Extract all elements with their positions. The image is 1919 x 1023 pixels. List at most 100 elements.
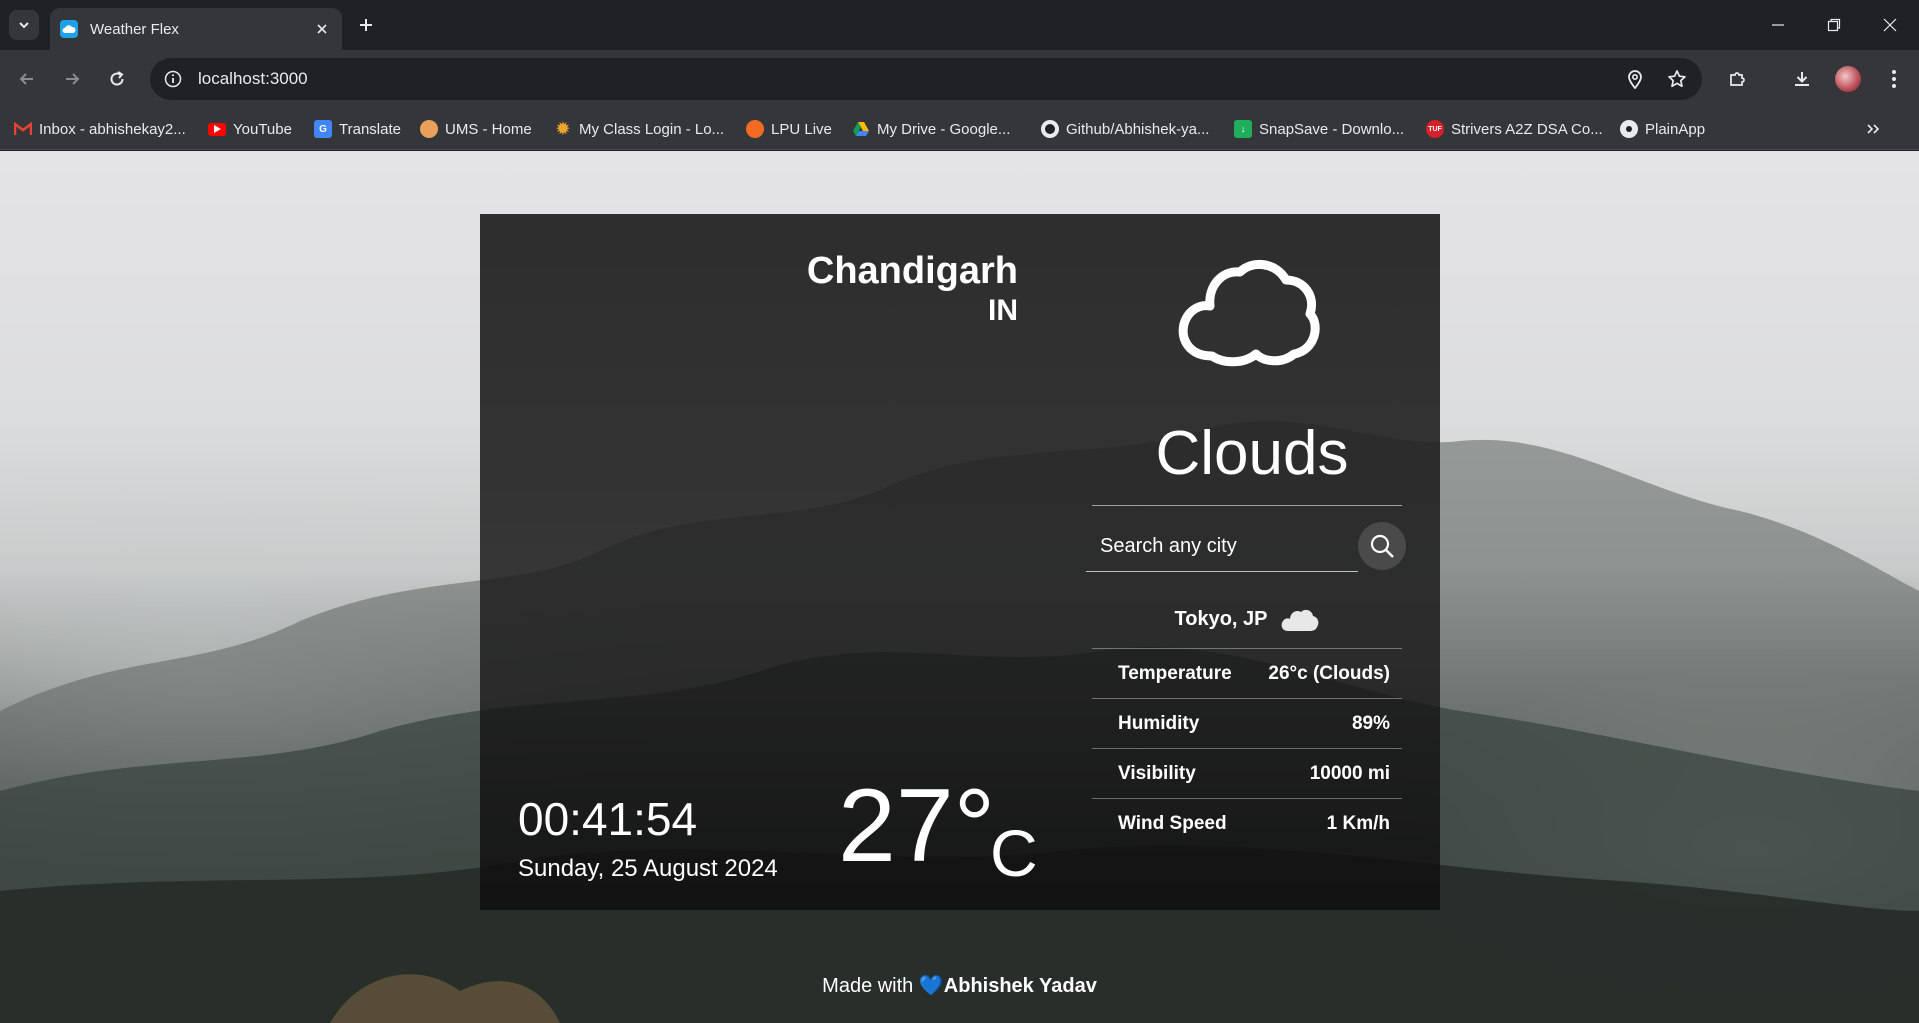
- weather-stats-table: Temperature 26°c (Clouds) Humidity 89% V…: [1092, 648, 1402, 848]
- footer-prefix: Made with: [822, 975, 914, 997]
- bookmark-item[interactable]: My Drive - Google...: [852, 108, 1010, 150]
- gmail-icon: [14, 120, 32, 138]
- reload-button[interactable]: [100, 62, 134, 96]
- stat-value: 10000 mi: [1309, 762, 1390, 784]
- tab-title: Weather Flex: [90, 20, 179, 38]
- puzzle-icon: [1730, 72, 1745, 86]
- youtube-icon: [208, 122, 226, 136]
- stat-value: 1 Km/h: [1326, 812, 1390, 834]
- bookmark-label: Strivers A2Z DSA Co...: [1451, 120, 1603, 138]
- lpu-icon: [746, 120, 764, 138]
- close-icon: [1883, 18, 1896, 32]
- arrow-right-icon: [66, 73, 80, 85]
- drive-icon: [852, 120, 870, 138]
- author-name: Abhishek Yadav: [943, 975, 1097, 997]
- weather-condition: Clouds: [1155, 419, 1349, 488]
- city-name: Chandigarh: [806, 250, 1018, 292]
- avatar: [1835, 66, 1861, 92]
- bookmark-label: My Class Login - Lo...: [579, 120, 725, 138]
- site-info-icon[interactable]: [164, 70, 182, 88]
- chevron-down-icon: [19, 22, 29, 29]
- browser-tab[interactable]: Weather Flex: [50, 8, 342, 50]
- profile-button[interactable]: [1831, 62, 1865, 96]
- cloud-icon: [1178, 260, 1320, 367]
- minimize-button[interactable]: [1750, 0, 1805, 50]
- weather-card: Chandigarh IN 00:41:54 Sunday, 25 August…: [480, 214, 1440, 910]
- bookmark-label: SnapSave - Downlo...: [1259, 120, 1405, 138]
- double-chevron-right-icon: [1867, 124, 1880, 134]
- stat-value: 89%: [1351, 712, 1390, 734]
- bookmark-label: My Drive - Google...: [877, 120, 1011, 138]
- stat-label: Visibility: [1118, 762, 1196, 784]
- address-bar[interactable]: localhost:3000: [150, 58, 1702, 100]
- translate-icon: G: [314, 120, 332, 138]
- bookmark-item[interactable]: Inbox - abhishekay2...: [14, 108, 186, 150]
- kebab-menu-icon: [1892, 70, 1896, 88]
- location-pin-icon[interactable]: [1618, 62, 1652, 96]
- bookmark-label: Translate: [339, 120, 401, 138]
- stat-label: Wind Speed: [1118, 812, 1227, 834]
- bookmark-label: Inbox - abhishekay2...: [39, 120, 186, 138]
- footer-credit: Made with 💙Abhishek Yadav: [0, 973, 1919, 998]
- current-date: Sunday, 25 August 2024: [518, 855, 778, 882]
- bookmark-item[interactable]: YouTube: [208, 108, 292, 150]
- plus-icon: [360, 19, 372, 31]
- city-search-field[interactable]: [1086, 522, 1358, 572]
- stat-row-humidity: Humidity 89%: [1092, 698, 1402, 748]
- bookmark-label: UMS - Home: [445, 120, 532, 138]
- bookmark-item[interactable]: G Translate: [314, 108, 401, 150]
- restore-icon: [1827, 18, 1840, 32]
- close-tab-icon[interactable]: [312, 19, 332, 39]
- forward-button[interactable]: [55, 62, 89, 96]
- searched-location: Tokyo, JP: [1174, 607, 1268, 630]
- temperature-value: 27°: [838, 768, 996, 884]
- bookmark-item[interactable]: UMS - Home: [420, 108, 532, 150]
- heart-icon: 💙: [918, 975, 944, 997]
- bookmark-item[interactable]: ✹ My Class Login - Lo...: [554, 108, 724, 150]
- stat-label: Temperature: [1118, 662, 1232, 684]
- stat-row-visibility: Visibility 10000 mi: [1092, 748, 1402, 798]
- bookmark-item[interactable]: TUF Strivers A2Z DSA Co...: [1426, 108, 1603, 150]
- bookmark-item[interactable]: LPU Live: [746, 108, 832, 150]
- bookmark-item[interactable]: ↓ SnapSave - Downlo...: [1234, 108, 1404, 150]
- ums-icon: [420, 120, 438, 138]
- minimize-icon: [1771, 24, 1784, 26]
- searched-location-row: Tokyo, JP: [1092, 598, 1402, 640]
- tuf-icon: TUF: [1426, 120, 1444, 138]
- bookmark-item[interactable]: PlainApp: [1620, 108, 1705, 150]
- divider: [1092, 505, 1402, 506]
- arrow-left-icon: [19, 73, 33, 85]
- downloads-button[interactable]: [1785, 62, 1819, 96]
- new-tab-button[interactable]: [352, 11, 380, 39]
- country-code: IN: [988, 294, 1018, 327]
- bookmark-label: YouTube: [233, 120, 292, 138]
- extensions-button[interactable]: [1720, 62, 1754, 96]
- back-button[interactable]: [10, 62, 44, 96]
- stat-row-wind-speed: Wind Speed 1 Km/h: [1092, 798, 1402, 848]
- bookmark-label: LPU Live: [771, 120, 832, 138]
- bookmark-star-icon[interactable]: [1660, 62, 1694, 96]
- restore-button[interactable]: [1806, 0, 1861, 50]
- reload-icon: [110, 71, 124, 86]
- temperature-unit: C: [990, 816, 1038, 890]
- close-window-button[interactable]: [1862, 0, 1917, 50]
- weather-favicon-icon: [60, 20, 78, 38]
- url-text[interactable]: localhost:3000: [198, 69, 1618, 89]
- search-icon: [1370, 534, 1394, 558]
- sun-icon: ✹: [556, 121, 570, 138]
- city-search-input[interactable]: [1086, 522, 1358, 571]
- small-cloud-icon: [1281, 609, 1318, 631]
- more-bookmarks-button[interactable]: [1861, 117, 1885, 141]
- weather-page: Chandigarh IN 00:41:54 Sunday, 25 August…: [0, 151, 1919, 1023]
- search-button[interactable]: [1358, 522, 1406, 570]
- current-time: 00:41:54: [518, 793, 698, 845]
- github-icon: [1041, 120, 1059, 138]
- weather-details-panel: Clouds Tokyo, JP Temperature 26°c (Cloud…: [1086, 214, 1412, 910]
- tab-search-button[interactable]: [9, 10, 39, 40]
- bookmark-item[interactable]: Github/Abhishek-ya...: [1041, 108, 1209, 150]
- tab-strip: Weather Flex: [0, 0, 1919, 50]
- bookmark-label: Github/Abhishek-ya...: [1066, 120, 1210, 138]
- bookmark-label: PlainApp: [1645, 120, 1706, 138]
- browser-toolbar: localhost:3000: [0, 50, 1919, 108]
- menu-button[interactable]: [1877, 62, 1911, 96]
